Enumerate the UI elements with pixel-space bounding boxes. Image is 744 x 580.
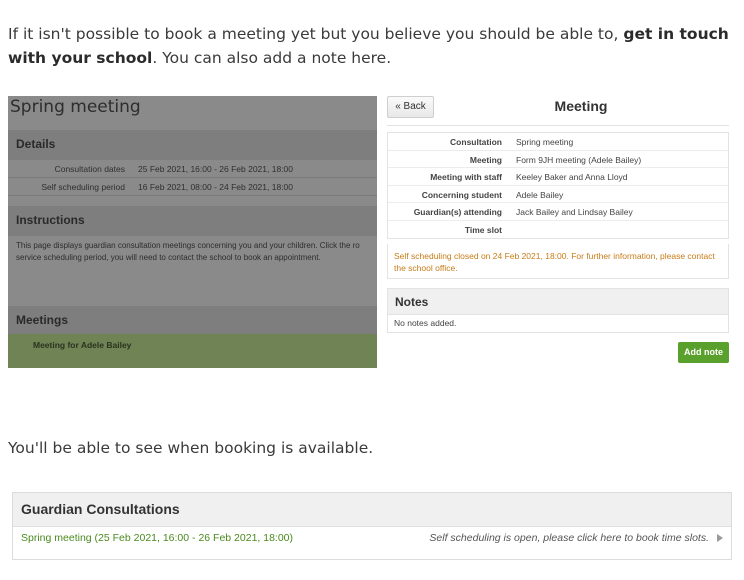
info-label: Meeting <box>469 154 502 165</box>
info-row-time-slot: Time slot <box>388 221 728 239</box>
info-value: Jack Bailey and Lindsay Bailey <box>516 207 633 217</box>
notes-section-header: Notes <box>387 288 729 315</box>
instructions-section-header: Instructions <box>8 206 377 236</box>
info-value: Keeley Baker and Anna Lloyd <box>516 172 628 182</box>
info-row-meeting-with-staff: Meeting with staff Keeley Baker and Anna… <box>388 168 728 186</box>
info-value: Form 9JH meeting (Adele Bailey) <box>516 154 642 165</box>
back-button[interactable]: « Back <box>387 96 434 118</box>
info-label: Meeting with staff <box>430 172 502 182</box>
info-label: Consultation <box>450 137 502 147</box>
spring-meeting-link[interactable]: Spring meeting (25 Feb 2021, 16:00 - 26 … <box>21 532 293 544</box>
info-row-meeting: Meeting Form 9JH meeting (Adele Bailey) <box>388 151 728 168</box>
guardian-consultations-header: Guardian Consultations <box>13 493 731 527</box>
detail-label: Self scheduling period <box>41 182 125 192</box>
info-label: Guardian(s) attending <box>413 207 502 217</box>
chevron-right-icon[interactable] <box>717 534 723 542</box>
instructions-line-2: service scheduling period, you will need… <box>16 253 321 262</box>
notes-heading: Notes <box>395 295 429 309</box>
meetings-section-header: Meetings <box>8 306 377 336</box>
dialog-title: Meeting <box>554 98 608 114</box>
detail-value: 16 Feb 2021, 08:00 - 24 Feb 2021, 18:00 <box>138 182 294 192</box>
guardian-consultations-heading: Guardian Consultations <box>21 501 180 517</box>
info-row-concerning-student: Concerning student Adele Bailey <box>388 186 728 203</box>
info-value: Adele Bailey <box>516 189 564 200</box>
intro-text-after: . You can also add a note here. <box>152 49 392 67</box>
background-consultation-page: Spring meeting Details Consultation date… <box>8 96 377 368</box>
intro-paragraph: If it isn't possible to book a meeting y… <box>8 22 736 70</box>
page-title: Spring meeting <box>10 97 141 117</box>
details-heading: Details <box>16 137 56 151</box>
info-row-consultation: Consultation Spring meeting <box>388 133 728 151</box>
details-section-header: Details <box>8 130 377 160</box>
booking-availability-text: You'll be able to see when booking is av… <box>8 439 374 457</box>
detail-row-self-scheduling-period: Self scheduling period 16 Feb 2021, 08:0… <box>8 178 377 196</box>
detail-label: Consultation dates <box>54 164 125 174</box>
notes-empty-message: No notes added. <box>387 315 729 333</box>
meeting-item-label: Meeting for Adele Bailey <box>33 340 132 350</box>
detail-row-consultation-dates: Consultation dates 25 Feb 2021, 16:00 - … <box>8 160 377 178</box>
meeting-list-item: Meeting for Adele Bailey <box>8 334 377 368</box>
info-row-guardians-attending: Guardian(s) attending Jack Bailey and Li… <box>388 203 728 221</box>
add-note-button[interactable]: Add note <box>678 342 729 363</box>
info-label: Concerning student <box>421 189 502 200</box>
instructions-heading: Instructions <box>16 213 85 227</box>
self-scheduling-closed-warning: Self scheduling closed on 24 Feb 2021, 1… <box>387 244 729 279</box>
instructions-line-1: This page displays guardian consultation… <box>16 241 360 250</box>
guardian-consultations-panel: Guardian Consultations Spring meeting (2… <box>12 492 732 560</box>
info-label: Time slot <box>464 224 502 235</box>
info-value: Spring meeting <box>516 137 574 147</box>
intro-text-before: If it isn't possible to book a meeting y… <box>8 25 624 43</box>
self-scheduling-status[interactable]: Self scheduling is open, please click he… <box>429 532 709 544</box>
meetings-heading: Meetings <box>16 313 69 327</box>
detail-value: 25 Feb 2021, 16:00 - 26 Feb 2021, 18:00 <box>138 164 294 174</box>
title-divider <box>387 125 729 126</box>
meeting-info-table: Consultation Spring meeting Meeting Form… <box>387 132 729 239</box>
